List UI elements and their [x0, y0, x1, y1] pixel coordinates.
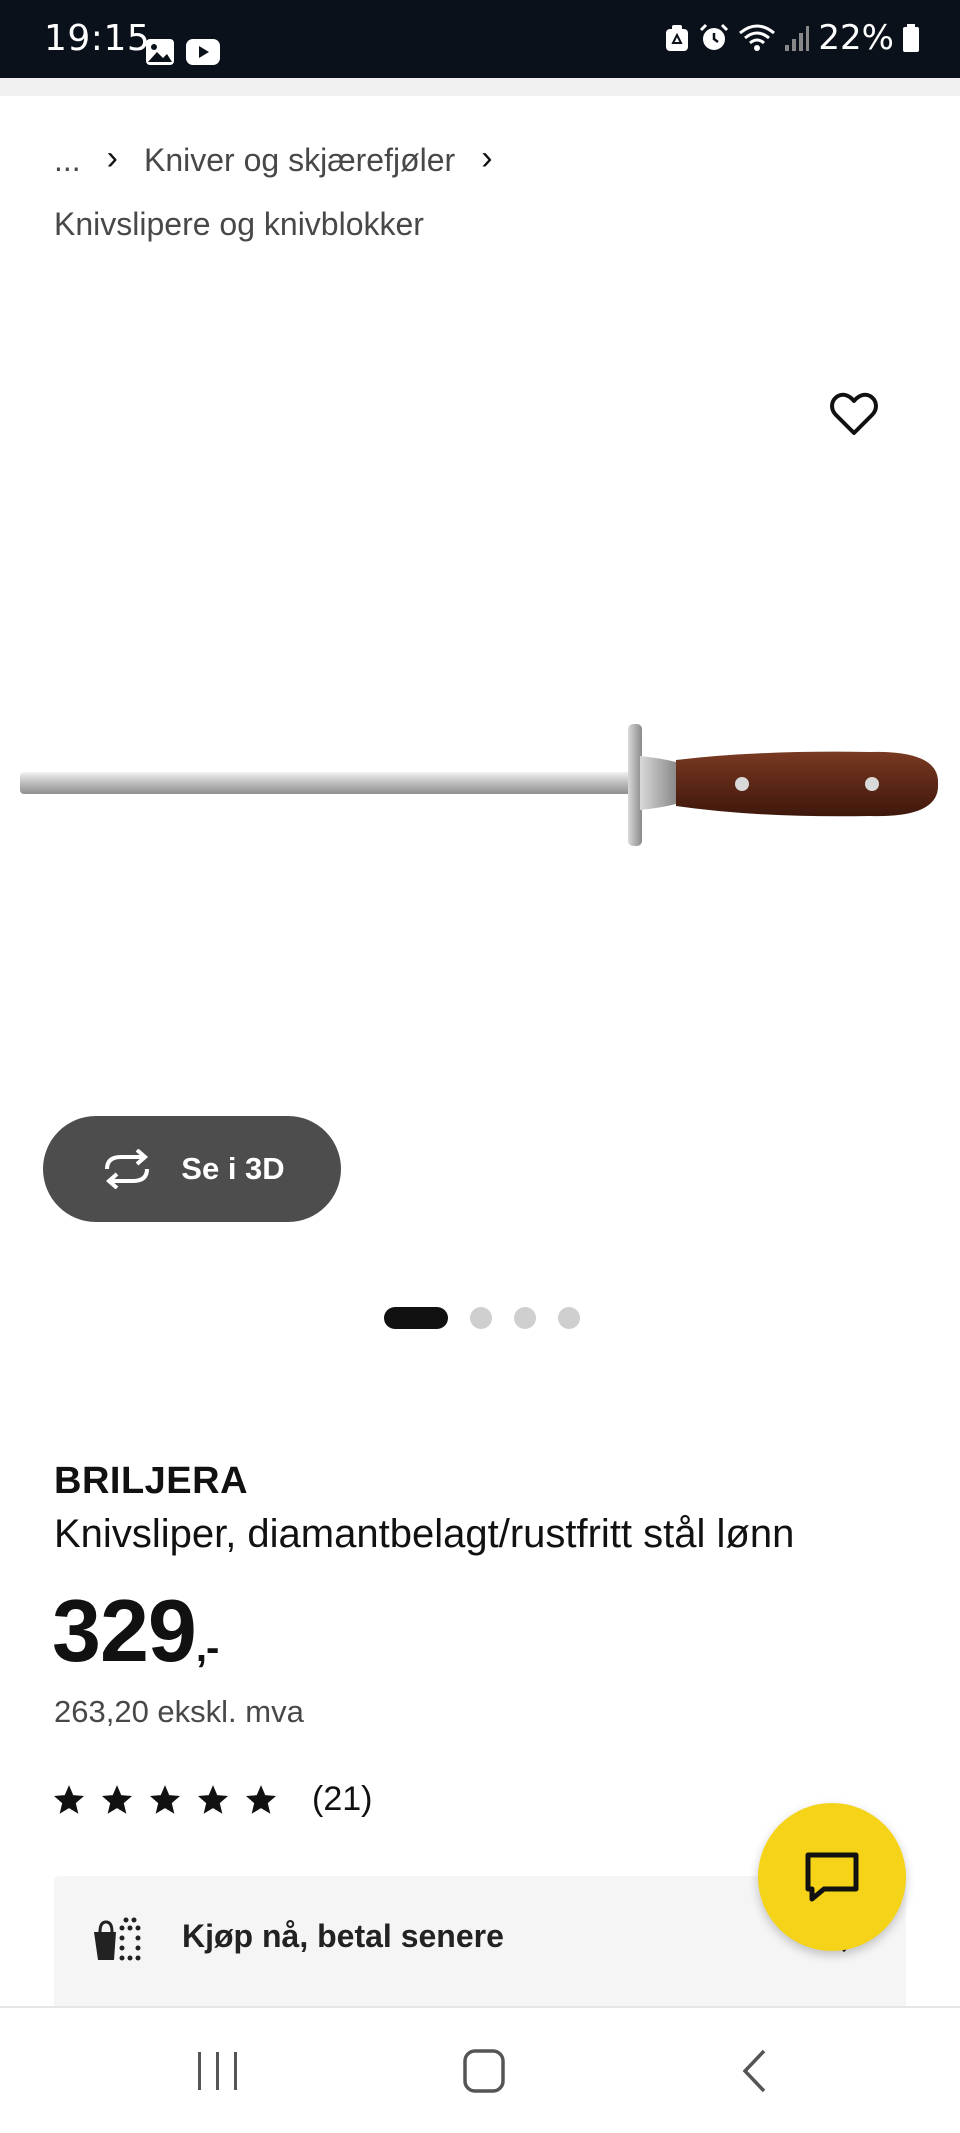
buy-now-pay-later-label: Kjøp nå, betal senere [182, 1918, 504, 1954]
recycle-icon [666, 25, 689, 51]
status-bar: 19:15 22% [0, 0, 960, 78]
status-time: 19:15 [44, 18, 151, 59]
header-divider [0, 78, 960, 96]
carousel-dot-active[interactable] [384, 1307, 448, 1329]
system-navigation-bar [0, 2006, 960, 2133]
star-icon [197, 1784, 229, 1814]
product-description: Knivsliper, diamantbelagt/rustfritt stål… [54, 1512, 795, 1556]
star-icon [245, 1784, 277, 1814]
star-icon [101, 1784, 133, 1814]
carousel-dot[interactable] [558, 1307, 580, 1329]
breadcrumb: ... › Kniver og skjærefjøler › Knivslipe… [54, 128, 914, 256]
alarm-icon [700, 23, 729, 50]
product-brand: BRILJERA [54, 1460, 249, 1502]
signal-icon [785, 26, 810, 51]
battery-percent: 22% [818, 18, 894, 58]
rating-count: (21) [312, 1780, 373, 1818]
carousel-dot[interactable] [470, 1307, 492, 1329]
breadcrumb-ellipsis[interactable]: ... [54, 128, 81, 192]
back-icon[interactable] [740, 2048, 768, 2094]
price-value: 329 [52, 1581, 197, 1680]
star-icon [53, 1784, 85, 1814]
rotate-3d-icon [105, 1149, 150, 1189]
price-suffix: ,- [195, 1626, 219, 1670]
star-icon [149, 1784, 181, 1814]
payment-bag-icon [94, 1917, 141, 1961]
add-to-favourites-button[interactable] [822, 382, 886, 446]
home-icon[interactable] [462, 2048, 506, 2094]
product-rating[interactable]: (21) [52, 1780, 372, 1819]
wifi-icon [739, 24, 776, 51]
price-excl-vat: 263,20 ekskl. mva [54, 1694, 304, 1729]
product-image[interactable] [0, 700, 960, 860]
battery-icon [903, 24, 919, 52]
youtube-icon [186, 39, 220, 65]
chevron-right-icon: › [481, 139, 493, 177]
view-3d-label: Se i 3D [181, 1151, 285, 1186]
breadcrumb-item[interactable]: Kniver og skjærefjøler [144, 128, 455, 192]
heart-icon [830, 392, 878, 435]
carousel-dot[interactable] [514, 1307, 536, 1329]
image-carousel-indicator [384, 1307, 580, 1329]
breadcrumb-item[interactable]: Knivslipere og knivblokker [54, 192, 424, 256]
chevron-right-icon: › [106, 139, 118, 177]
chat-icon [805, 1852, 859, 1902]
view-3d-button[interactable]: Se i 3D [43, 1116, 341, 1222]
chat-button[interactable] [758, 1803, 906, 1951]
gallery-icon [146, 39, 174, 65]
recent-apps-icon[interactable] [196, 2050, 240, 2092]
product-price: 329,- [52, 1580, 219, 1682]
